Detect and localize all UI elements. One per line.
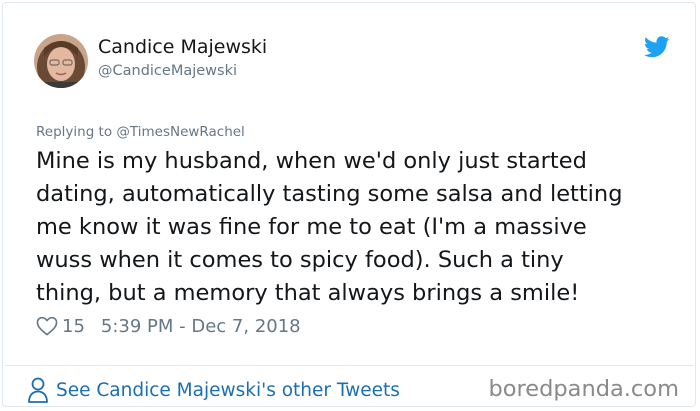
divider xyxy=(5,365,693,366)
tweet-line: thing, but a memory that always brings a… xyxy=(36,280,580,306)
display-name[interactable]: Candice Majewski xyxy=(98,36,267,58)
other-tweets-label[interactable]: See Candice Majewski's other Tweets xyxy=(56,380,400,401)
person-outline-icon xyxy=(28,377,48,403)
user-handle[interactable]: @CandiceMajewski xyxy=(98,63,237,79)
tweet-line: me know it was fine for me to eat (I'm a… xyxy=(36,214,587,240)
tweet-line: Mine is my husband, when we'd only just … xyxy=(36,148,587,174)
tweet-card: Candice Majewski @CandiceMajewski Replyi… xyxy=(2,2,696,407)
twitter-bird-icon[interactable] xyxy=(643,36,670,58)
tweet-line: dating, automatically tasting some salsa… xyxy=(36,181,623,207)
heart-outline-icon[interactable] xyxy=(36,316,58,336)
like-count[interactable]: 15 xyxy=(62,316,85,337)
tweet-meta: 15 5:39 PM - Dec 7, 2018 xyxy=(36,313,301,339)
tweet-line: wuss when it comes to spicy food). Such … xyxy=(36,247,564,273)
watermark: boredpanda.com xyxy=(488,376,679,402)
replying-to[interactable]: Replying to @TimesNewRachel xyxy=(36,124,245,140)
tweet-text: Mine is my husband, when we'd only just … xyxy=(36,145,676,310)
avatar[interactable] xyxy=(34,34,88,88)
other-tweets-link[interactable]: See Candice Majewski's other Tweets xyxy=(27,376,400,404)
timestamp[interactable]: 5:39 PM - Dec 7, 2018 xyxy=(101,316,301,337)
